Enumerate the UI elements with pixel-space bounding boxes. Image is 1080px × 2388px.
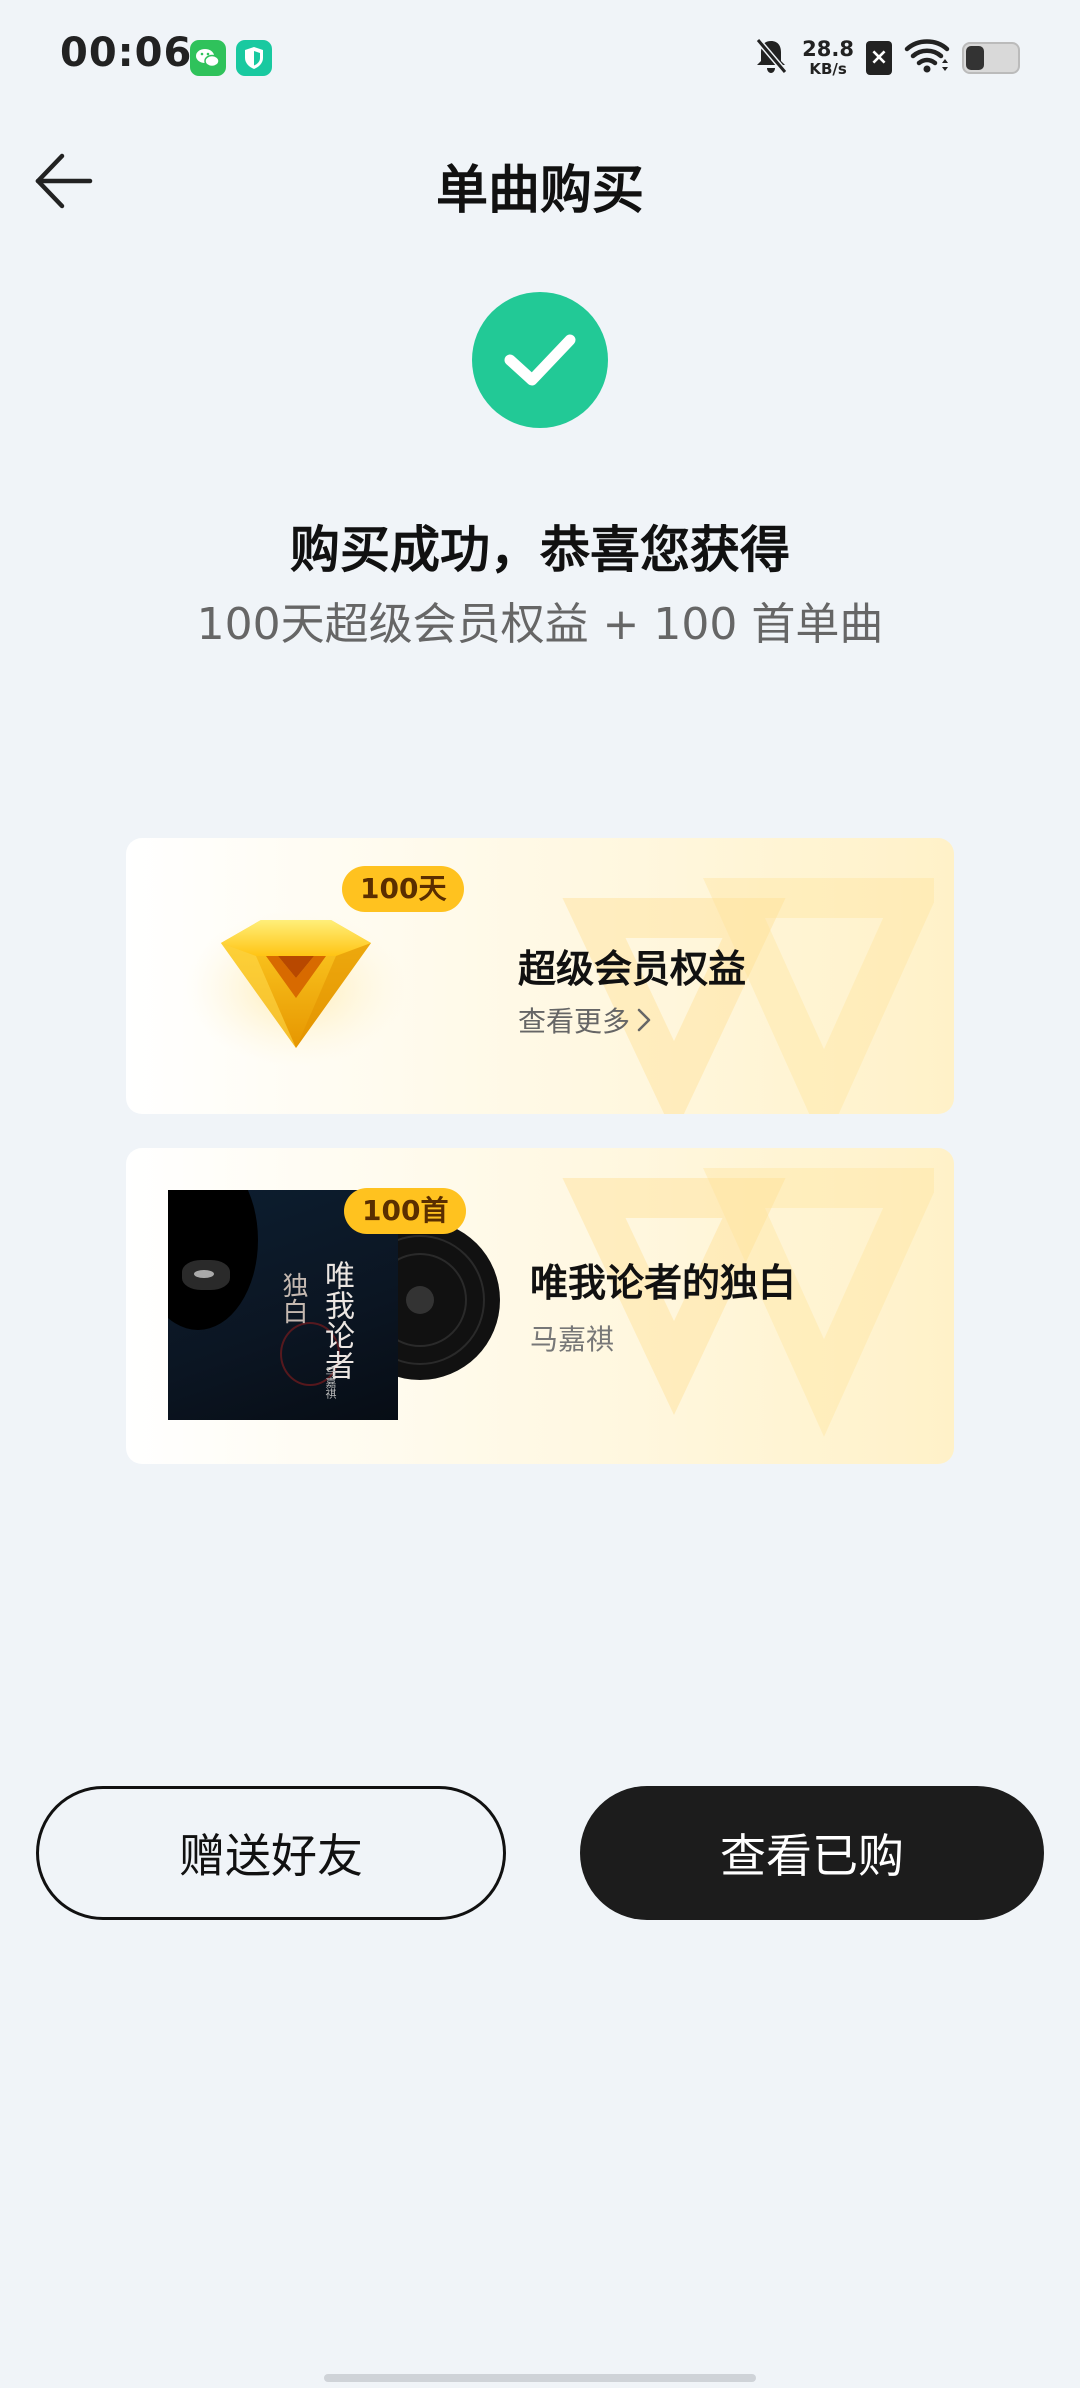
vip-benefit-card[interactable]: 100天 超级会员权益 查看更多 xyxy=(126,838,954,1114)
status-icons: 28.8 KB/s × xyxy=(752,34,1020,82)
header: 单曲购买 xyxy=(0,116,1080,244)
cover-artist: 马嘉祺 xyxy=(324,1366,337,1399)
network-speed-value: 28.8 xyxy=(802,37,854,61)
view-purchased-button[interactable]: 查看已购 xyxy=(580,1786,1044,1920)
cover-side-text: 独白 xyxy=(278,1272,308,1324)
page-title: 单曲购买 xyxy=(435,161,644,221)
see-more-link[interactable]: 查看更多 xyxy=(518,1000,652,1040)
diamond-icon xyxy=(186,910,406,1066)
song-title: 唯我论者的独白 xyxy=(530,1261,797,1305)
vip-card-title: 超级会员权益 xyxy=(518,947,747,991)
battery-icon xyxy=(962,42,1020,74)
cover-eye xyxy=(194,1270,214,1278)
network-speed: 28.8 KB/s xyxy=(802,39,854,77)
chevron-right-icon xyxy=(637,1008,651,1032)
home-indicator[interactable] xyxy=(324,2374,756,2382)
duration-badge: 100天 xyxy=(342,866,465,912)
success-title: 购买成功，恭喜您获得 xyxy=(290,521,790,579)
status-time: 00:06 xyxy=(60,30,193,76)
cover-title: 唯我论者 xyxy=(319,1260,354,1380)
mute-bell-icon xyxy=(752,36,790,80)
success-subtitle: 100天超级会员权益 + 100 首单曲 xyxy=(196,599,884,650)
status-bar: 00:06 28.8 KB/s × xyxy=(0,0,1080,116)
sim-x-icon: × xyxy=(866,41,892,75)
wifi-icon xyxy=(904,36,950,80)
wechat-icon xyxy=(190,40,226,76)
shield-icon xyxy=(236,40,272,76)
network-speed-unit: KB/s xyxy=(809,60,847,78)
gift-friend-button[interactable]: 赠送好友 xyxy=(36,1786,506,1920)
song-artist: 马嘉祺 xyxy=(530,1323,615,1356)
see-more-label: 查看更多 xyxy=(518,1005,631,1038)
success-check-icon xyxy=(472,292,608,428)
card-background-pattern xyxy=(562,1168,934,1437)
battery-fill xyxy=(966,46,984,70)
song-count-badge: 100首 xyxy=(344,1188,467,1234)
song-card[interactable]: 独白 唯我论者 马嘉祺 100首 唯我论者的独白 马嘉祺 xyxy=(126,1148,954,1464)
